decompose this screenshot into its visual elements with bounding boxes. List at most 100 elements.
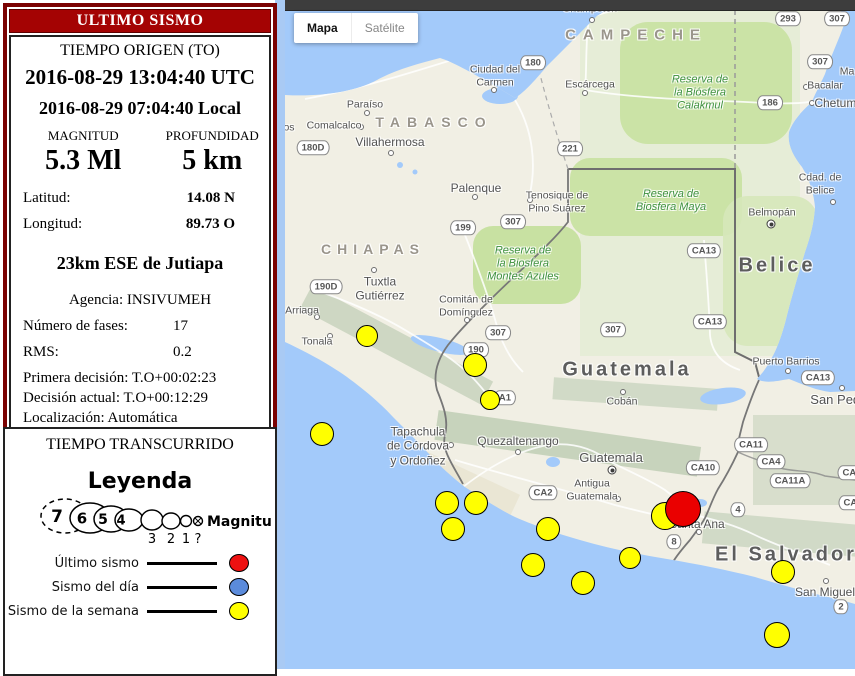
road-shield: CA2 [528,485,557,500]
rms-value: 0.2 [173,344,192,361]
panel-header: ULTIMO SISMO [9,9,271,33]
magnitude-value: 5.3 Ml [11,145,155,177]
longitude-row: Longitud: 89.73 O [11,216,269,233]
phases-row: Número de fases: 17 [11,318,269,335]
region-label: CAMPECHE [565,27,707,44]
quake-week-marker[interactable] [480,390,500,410]
legend-entry: Sismo del día [5,576,275,598]
city-marker [620,389,626,395]
quake-week-marker[interactable] [571,571,595,595]
quake-week-marker[interactable] [521,553,545,577]
legend-line [147,586,217,589]
latitude-label: Latitud: [23,190,187,207]
country-label: Guatemala [562,359,691,382]
city-label: os [285,122,295,135]
quake-week-marker[interactable] [356,325,378,347]
city-label: AntiguaGuatemala [566,477,617,502]
magnitude-scale-number: 3 [148,532,156,547]
city-label: Tenosique dePino Suárez [526,189,588,214]
legend-color-swatch [229,602,249,620]
magnitude-circle-number: 4 [116,514,125,529]
current-decision-line: Decisión actual: T.O+00:12:29 [11,390,269,407]
rms-label: RMS: [23,344,173,361]
magnitude-circle-2 [162,513,180,529]
road-shield: 8 [666,534,681,549]
magnitude-scale-number: 1 [182,532,190,547]
map-type-button-map[interactable]: Mapa [294,13,351,43]
depth-label: PROFUNDIDAD [155,128,269,144]
city-marker [823,578,829,584]
road-shield: CA1 [838,495,855,510]
city-marker [785,368,791,374]
city-label: Chetumal [814,96,855,110]
latitude-value: 14.08 N [187,190,257,207]
city-marker [839,385,845,391]
legend-line [147,562,217,565]
region-label: TABASCO [375,114,492,130]
quake-week-marker[interactable] [536,517,560,541]
magnitude-scale-graphic: 7654321?Magnitud [5,498,271,550]
road-shield: 180 [520,55,546,70]
road-shield: CA13 [687,243,721,258]
city-label: Escárcega [565,79,615,92]
location-summary: 23km ESE de Jutiapa [11,253,269,274]
reserve-label: Reserva dela BiosferaMontes Azules [487,245,559,284]
legend-line [147,610,217,613]
quake-week-marker[interactable] [310,422,334,446]
elapsed-time-panel: TIEMPO TRANSCURRIDO Leyenda 7654321?Magn… [3,427,277,676]
map-top-bar [285,0,855,11]
city-label: Tapachulade Córdovay Ordoñez [387,424,449,467]
road-shield: 307 [824,11,850,26]
city-marker [589,17,595,23]
road-shield: CA13 [693,314,727,329]
longitude-value: 89.73 O [186,216,257,233]
city-label: Arriaga [285,305,319,318]
quake-week-marker[interactable] [771,560,795,584]
map-canvas[interactable]: TABASCOCAMPECHECHIAPASReserva dela Biósf… [285,0,855,669]
capital-marker [767,220,776,229]
road-shield: CA4 [837,465,855,480]
road-shield: 293 [775,11,801,26]
phases-label: Número de fases: [23,318,173,335]
city-label: San Pedro [810,392,855,408]
magnitude-circle-3 [141,510,163,530]
magnitude-depth-values: 5.3 Ml 5 km [11,145,269,177]
magnitude-scale-number: 2 [167,532,175,547]
quake-week-marker[interactable] [463,353,487,377]
road-shield: 307 [600,322,626,337]
road-shield: CA4 [756,454,785,469]
quake-week-marker[interactable] [764,622,790,648]
map-type-button-satellite[interactable]: Satélite [351,13,418,43]
road-shield: CA11 [734,437,768,452]
legend-entry-label: Último sismo [5,556,139,571]
last-earthquake-panel: ULTIMO SISMO TIEMPO ORIGEN (TO) 2016-08-… [3,3,277,442]
road-shield: 190D [310,279,343,294]
road-shield: CA13 [801,370,835,385]
city-label: Ciudad delCarmen [470,63,520,88]
depth-value: 5 km [155,145,269,177]
city-label: Belmopán [748,207,795,220]
magnitude-word: Magnitud [207,514,271,530]
city-label: Comitán deDomínguez [439,293,493,318]
road-shield: CA10 [686,460,720,475]
city-label: Palenque [451,181,502,195]
road-shield: 307 [485,325,511,340]
quake-week-marker[interactable] [435,491,459,515]
quake-week-marker[interactable] [464,491,488,515]
legend-entry-label: Sismo de la semana [5,604,139,619]
city-label: Quezaltenango [477,434,558,448]
rms-row: RMS: 0.2 [11,344,269,361]
magnitude-scale-number: ? [195,532,202,547]
magnitude-circle-number: 6 [77,509,87,527]
reserve-label: Reserva dela BiósferaCalakmul [672,74,728,113]
reserve-label: Reserva deBiosfera Maya [636,188,706,214]
quake-week-marker[interactable] [619,547,641,569]
road-shield: 221 [557,141,583,156]
city-marker [388,150,394,156]
quake-latest-marker[interactable] [665,491,701,527]
city-label: Villahermosa [355,135,424,149]
city-label: Bacalar [807,80,843,93]
city-label: TuxtlaGutiérrez [355,275,404,304]
city-label: Tonalá [302,336,333,349]
quake-week-marker[interactable] [441,517,465,541]
